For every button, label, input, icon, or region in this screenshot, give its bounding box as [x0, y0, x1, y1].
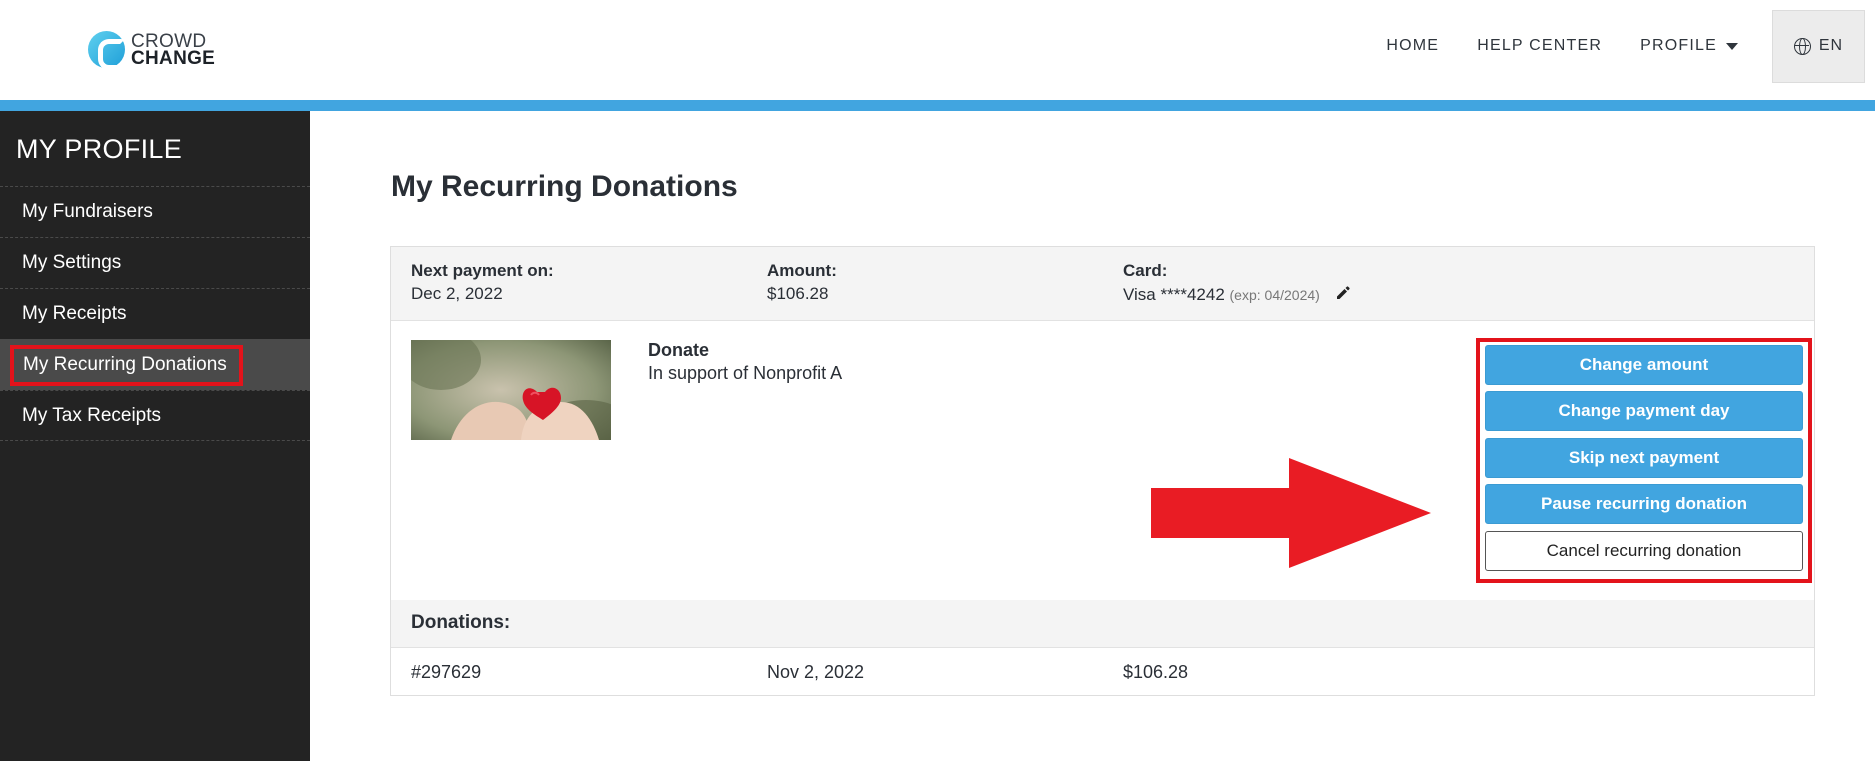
language-label: EN	[1818, 37, 1844, 54]
amount: Amount: $106.28	[767, 261, 837, 304]
top-nav: HOME HELP CENTER PROFILE EN	[1386, 0, 1875, 92]
card-label: Card:	[1123, 261, 1168, 280]
nav-profile-dropdown[interactable]: PROFILE	[1640, 37, 1738, 55]
cancel-recurring-donation-button[interactable]: Cancel recurring donation	[1485, 531, 1803, 571]
red-arrow-annotation	[1151, 458, 1431, 568]
pause-recurring-donation-button[interactable]: Pause recurring donation	[1485, 484, 1803, 524]
language-button[interactable]: EN	[1772, 9, 1865, 83]
donation-subtitle: In support of Nonprofit A	[648, 363, 843, 383]
sidebar-title: MY PROFILE	[16, 134, 183, 164]
sidebar-item-fundraisers[interactable]: My Fundraisers	[0, 186, 310, 237]
caret-down-icon	[1726, 42, 1738, 50]
table-row: #297629 Nov 2, 2022 $106.28	[391, 649, 1814, 695]
donations-header: Donations:	[391, 600, 1814, 648]
sidebar-item-receipts[interactable]: My Receipts	[0, 288, 310, 339]
card-info: Card: Visa ****4242 (exp: 04/2024)	[1123, 261, 1351, 305]
donation-actions-highlight: Change amount Change payment day Skip ne…	[1476, 338, 1812, 583]
nav-profile-label: PROFILE	[1640, 37, 1717, 54]
sidebar-item-label: My Receipts	[22, 303, 127, 324]
sidebar-item-label: My Fundraisers	[22, 201, 153, 222]
page-title: My Recurring Donations	[391, 170, 738, 203]
nav-home[interactable]: HOME	[1386, 37, 1439, 55]
donation-date: Nov 2, 2022	[767, 662, 865, 682]
change-payment-day-button[interactable]: Change payment day	[1485, 391, 1803, 431]
top-header: CROWD CHANGE HOME HELP CENTER PROFILE EN	[0, 0, 1875, 100]
nav-help-center[interactable]: HELP CENTER	[1477, 37, 1602, 55]
card-expiry: (exp: 04/2024)	[1229, 287, 1320, 303]
sidebar-item-label: My Tax Receipts	[22, 404, 162, 426]
recurring-donation-card: Next payment on: Dec 2, 2022 Amount: $10…	[390, 246, 1815, 696]
sidebar-item-label: My Settings	[22, 252, 122, 273]
logo-text-line2: CHANGE	[131, 47, 216, 69]
header-accent-bar	[0, 100, 1875, 111]
profile-sidebar: MY PROFILE My Fundraisers My Settings My…	[0, 111, 310, 761]
next-payment-label: Next payment on:	[411, 261, 554, 280]
next-payment: Next payment on: Dec 2, 2022	[411, 261, 554, 304]
amount-value: $106.28	[767, 284, 829, 303]
card-value: Visa ****4242	[1123, 285, 1225, 304]
edit-card-pencil-icon[interactable]	[1335, 285, 1351, 301]
sidebar-item-tax-receipts[interactable]: My Tax Receipts	[0, 390, 310, 441]
donation-summary: Next payment on: Dec 2, 2022 Amount: $10…	[391, 247, 1814, 321]
campaign-image	[411, 340, 611, 440]
crowdchange-logo[interactable]: CROWD CHANGE	[88, 30, 216, 70]
logo-icon	[88, 31, 125, 70]
next-payment-value: Dec 2, 2022	[411, 284, 503, 303]
donation-amount: $106.28	[1123, 662, 1189, 682]
sidebar-item-settings[interactable]: My Settings	[0, 237, 310, 288]
skip-next-payment-button[interactable]: Skip next payment	[1485, 438, 1803, 478]
sidebar-item-label: My Recurring Donations	[10, 344, 243, 386]
donation-title: Donate	[648, 340, 710, 360]
sidebar-item-recurring-donations[interactable]: My Recurring Donations	[0, 339, 310, 390]
donation-id: #297629	[411, 662, 482, 682]
amount-label: Amount:	[767, 261, 837, 280]
globe-icon	[1793, 37, 1811, 55]
logo-text-line1: CROWD	[131, 30, 207, 52]
change-amount-button[interactable]: Change amount	[1485, 345, 1803, 385]
